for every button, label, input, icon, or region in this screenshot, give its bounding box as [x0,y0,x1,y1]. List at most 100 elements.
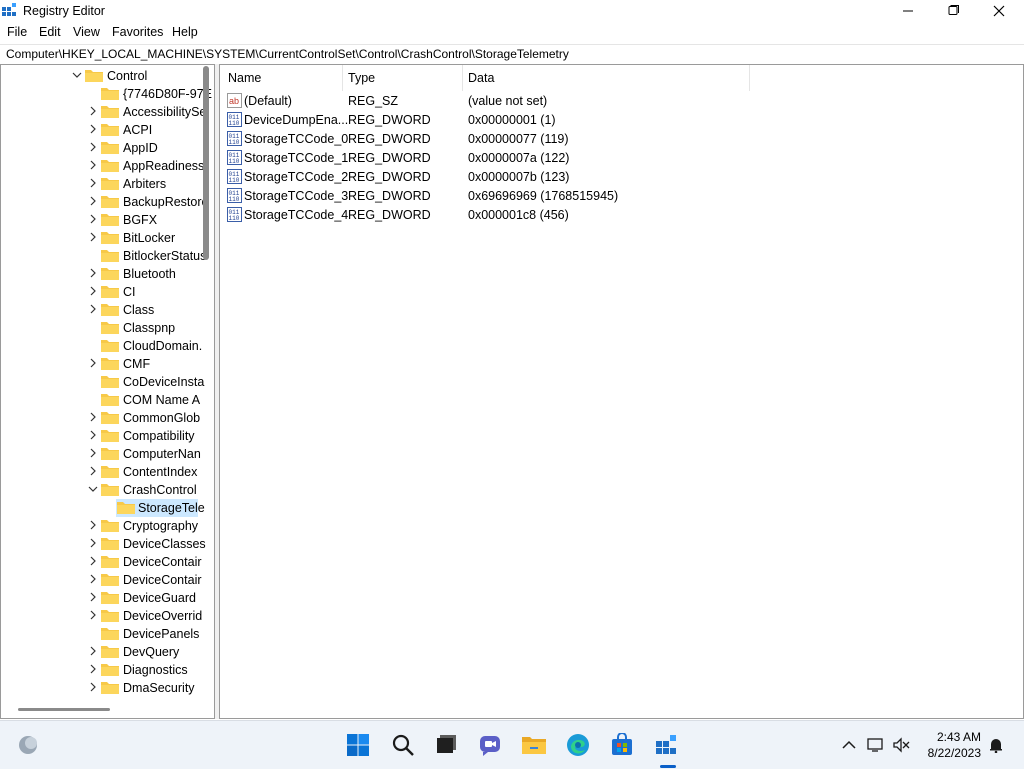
column-divider[interactable] [462,65,463,91]
file-explorer-button[interactable] [520,731,548,759]
chevron-right-icon[interactable] [88,556,98,566]
chevron-right-icon[interactable] [88,448,98,458]
show-hidden-icons-button[interactable] [839,735,859,755]
tree-item[interactable]: ContentIndex [1,463,206,481]
search-button[interactable] [389,731,417,759]
key-tree-pane[interactable]: Control {7746D80F-97E AccessibilitySe ACPI… [0,64,215,719]
chevron-right-icon[interactable] [88,268,98,278]
tree-item[interactable]: AppReadiness [1,157,206,175]
column-divider[interactable] [749,65,750,91]
chevron-down-icon[interactable] [88,484,98,494]
column-header-name[interactable]: Name [228,71,261,85]
chevron-right-icon[interactable] [88,682,98,692]
column-header-data[interactable]: Data [468,71,494,85]
tree-item[interactable]: Class [1,301,206,319]
chevron-right-icon[interactable] [88,520,98,530]
address-path[interactable]: Computer\HKEY_LOCAL_MACHINE\SYSTEM\Curre… [6,47,569,61]
value-row[interactable]: 011 110 StorageTCCode_2 REG_DWORD 0x0000007b… [220,167,820,186]
tree-item[interactable]: Classpnp [1,319,206,337]
tree-horizontal-scrollbar[interactable] [18,708,110,711]
tree-vertical-scrollbar[interactable] [203,66,209,260]
store-button[interactable] [608,731,636,759]
tree-item[interactable]: DmaSecurity [1,679,206,697]
chevron-right-icon[interactable] [88,646,98,656]
column-header-type[interactable]: Type [348,71,375,85]
values-list-pane[interactable]: Name Type Data ab (Default) REG_SZ (value n… [219,64,1024,719]
tree-item[interactable]: COM Name A [1,391,206,409]
value-row[interactable]: 011 110 StorageTCCode_0 REG_DWORD 0x00000077… [220,129,820,148]
chevron-right-icon[interactable] [88,466,98,476]
chevron-right-icon[interactable] [88,610,98,620]
column-divider[interactable] [342,65,343,91]
tree-item[interactable]: Arbiters [1,175,206,193]
chevron-right-icon[interactable] [88,124,98,134]
tree-item[interactable]: CMF [1,355,206,373]
tree-item[interactable]: ComputerNan [1,445,206,463]
chevron-right-icon[interactable] [88,160,98,170]
chevron-right-icon[interactable] [88,232,98,242]
tree-item[interactable]: CrashControl [1,481,206,499]
chevron-right-icon[interactable] [88,574,98,584]
tree-item[interactable]: DeviceClasses [1,535,206,553]
tree-item[interactable]: AppID [1,139,206,157]
network-button[interactable] [866,735,886,755]
tree-item[interactable]: Bluetooth [1,265,206,283]
value-row[interactable]: 011 110 StorageTCCode_4 REG_DWORD 0x000001c8… [220,205,820,224]
value-row[interactable]: ab (Default) REG_SZ (value not set) [220,91,820,110]
value-row[interactable]: 011 110 StorageTCCode_3 REG_DWORD 0x69696969… [220,186,820,205]
chevron-right-icon[interactable] [88,358,98,368]
tree-item[interactable]: AccessibilitySe [1,103,206,121]
chevron-right-icon[interactable] [88,178,98,188]
menu-file[interactable]: File [7,25,27,39]
tree-item[interactable]: Compatibility [1,427,206,445]
chevron-right-icon[interactable] [88,412,98,422]
tree-item[interactable]: DeviceGuard [1,589,206,607]
tree-item[interactable]: Diagnostics [1,661,206,679]
chevron-right-icon[interactable] [88,106,98,116]
tree-item[interactable]: BitlockerStatus [1,247,206,265]
volume-button[interactable] [891,735,911,755]
clock[interactable]: 2:43 AM 8/22/2023 [928,729,981,761]
tree-item[interactable]: {7746D80F-97E [1,85,212,103]
tree-item[interactable]: DeviceOverrid [1,607,206,625]
chevron-right-icon[interactable] [88,286,98,296]
chevron-right-icon[interactable] [88,538,98,548]
widgets-button[interactable] [14,731,42,759]
tree-item[interactable]: BitLocker [1,229,206,247]
menu-edit[interactable]: Edit [39,25,61,39]
tree-item-control[interactable]: Control [1,67,206,85]
maximize-button[interactable] [930,0,976,22]
chevron-down-icon[interactable] [72,70,82,80]
value-row[interactable]: 011 110 DeviceDumpEna... REG_DWORD 0x0000000… [220,110,820,129]
tree-item[interactable]: ACPI [1,121,206,139]
menu-help[interactable]: Help [172,25,198,39]
edge-button[interactable] [564,731,592,759]
task-view-button[interactable] [432,731,460,759]
tree-item[interactable]: DevicePanels [1,625,206,643]
start-button[interactable] [344,731,372,759]
menu-view[interactable]: View [73,25,100,39]
chevron-right-icon[interactable] [88,430,98,440]
chevron-right-icon[interactable] [88,142,98,152]
menu-favorites[interactable]: Favorites [112,25,163,39]
tree-item[interactable]: CloudDomain. [1,337,206,355]
tree-item[interactable]: StorageTele [1,499,206,517]
chevron-right-icon[interactable] [88,196,98,206]
chat-button[interactable] [476,731,504,759]
tree-item[interactable]: BackupRestore [1,193,208,211]
tree-item[interactable]: Cryptography [1,517,206,535]
close-button[interactable] [976,0,1022,22]
notifications-button[interactable] [986,735,1006,755]
chevron-right-icon[interactable] [88,664,98,674]
tree-item[interactable]: CI [1,283,206,301]
minimize-button[interactable] [885,0,931,22]
value-row[interactable]: 011 110 StorageTCCode_1 REG_DWORD 0x0000007a… [220,148,820,167]
tree-item[interactable]: DevQuery [1,643,206,661]
tree-item[interactable]: CoDeviceInsta [1,373,206,391]
tree-item[interactable]: CommonGlob [1,409,206,427]
chevron-right-icon[interactable] [88,214,98,224]
chevron-right-icon[interactable] [88,304,98,314]
tree-item[interactable]: DeviceContair [1,571,206,589]
tree-item[interactable]: BGFX [1,211,206,229]
tree-item[interactable]: DeviceContair [1,553,206,571]
